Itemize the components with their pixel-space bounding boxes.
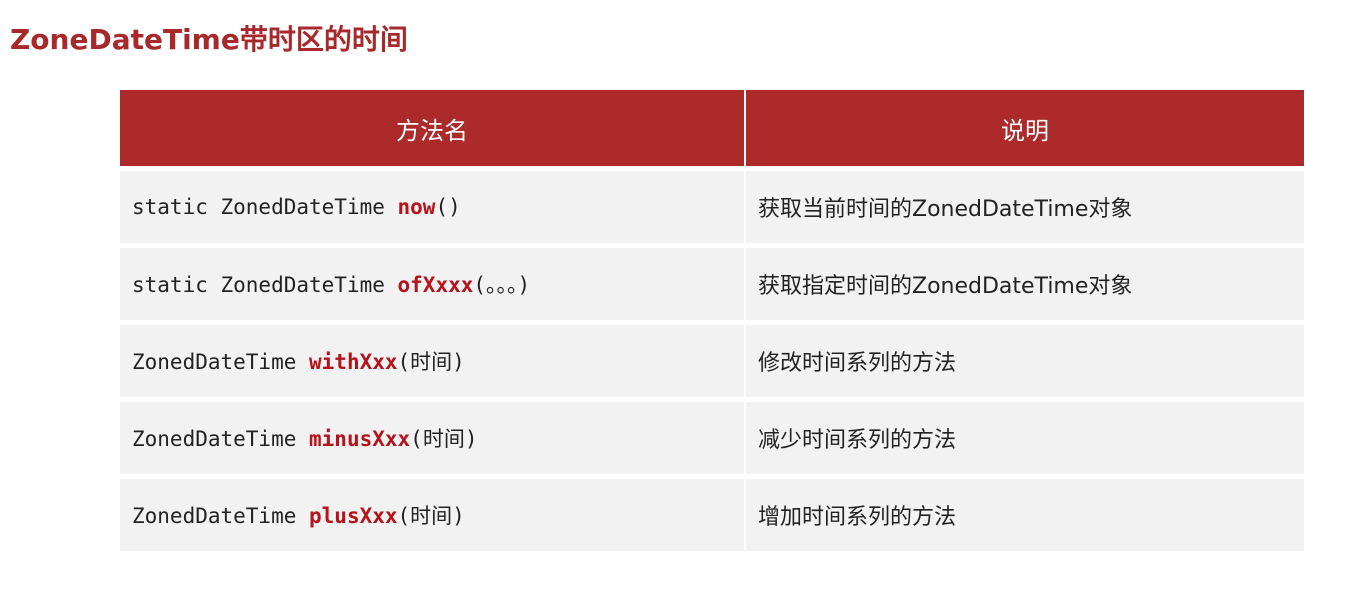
method-prefix: static ZonedDateTime — [132, 195, 398, 219]
header-description: 说明 — [746, 90, 1304, 166]
method-name: plusXxx — [309, 504, 398, 528]
method-suffix: (时间) — [397, 350, 465, 374]
method-signature: ZonedDateTime plusXxx(时间) — [120, 474, 746, 551]
method-signature: static ZonedDateTime now() — [120, 166, 746, 243]
method-prefix: ZonedDateTime — [132, 427, 310, 451]
method-suffix: (时间) — [410, 427, 478, 451]
table-row: static ZonedDateTime ofXxxx(。。。) 获取指定时间的… — [120, 243, 1304, 320]
method-table: 方法名 说明 static ZonedDateTime now() 获取当前时间… — [120, 90, 1304, 551]
method-name: withXxx — [309, 350, 398, 374]
method-description: 减少时间系列的方法 — [746, 397, 1304, 474]
table-header-row: 方法名 说明 — [120, 90, 1304, 166]
method-suffix: (。。。) — [473, 273, 531, 297]
method-signature: ZonedDateTime withXxx(时间) — [120, 320, 746, 397]
method-prefix: ZonedDateTime — [132, 504, 310, 528]
method-name: ofXxxx — [397, 273, 474, 297]
method-description: 获取当前时间的ZonedDateTime对象 — [746, 166, 1304, 243]
method-description: 修改时间系列的方法 — [746, 320, 1304, 397]
method-prefix: ZonedDateTime — [132, 350, 310, 374]
method-suffix: (时间) — [397, 504, 465, 528]
method-description: 获取指定时间的ZonedDateTime对象 — [746, 243, 1304, 320]
page-title: ZoneDateTime带时区的时间 — [10, 23, 408, 56]
table-row: ZonedDateTime plusXxx(时间) 增加时间系列的方法 — [120, 474, 1304, 551]
method-prefix: static ZonedDateTime — [132, 273, 398, 297]
header-method-name: 方法名 — [120, 90, 746, 166]
method-description: 增加时间系列的方法 — [746, 474, 1304, 551]
method-signature: ZonedDateTime minusXxx(时间) — [120, 397, 746, 474]
table-row: ZonedDateTime withXxx(时间) 修改时间系列的方法 — [120, 320, 1304, 397]
table-row: ZonedDateTime minusXxx(时间) 减少时间系列的方法 — [120, 397, 1304, 474]
method-signature: static ZonedDateTime ofXxxx(。。。) — [120, 243, 746, 320]
method-name: now — [397, 195, 436, 219]
method-suffix: () — [435, 195, 461, 219]
method-name: minusXxx — [309, 427, 411, 451]
table-row: static ZonedDateTime now() 获取当前时间的ZonedD… — [120, 166, 1304, 243]
